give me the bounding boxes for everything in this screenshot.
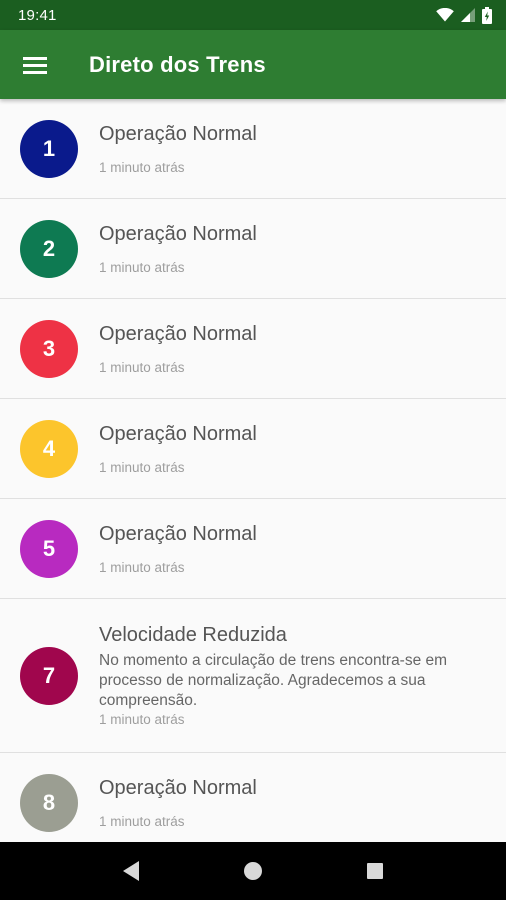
line-number: 3: [42, 335, 56, 361]
menu-button[interactable]: [0, 30, 70, 99]
line-badge: 8: [20, 773, 78, 832]
line-updated-time: 1 minuto atrás: [99, 259, 185, 275]
line-status: Operação Normal: [99, 522, 257, 545]
line-number: 2: [42, 235, 56, 261]
line-number: 7: [42, 662, 56, 688]
status-time: 19:41: [18, 6, 57, 24]
line-row-7[interactable]: 7 Velocidade Reduzida No momento a circu…: [0, 599, 506, 753]
battery-charging-icon: [482, 6, 492, 24]
line-badge: 7: [20, 646, 78, 705]
app-bar: Direto dos Trens: [0, 30, 506, 99]
recents-icon: [367, 863, 383, 879]
line-row-3[interactable]: 3 Operação Normal 1 minuto atrás: [0, 299, 506, 399]
line-status: Operação Normal: [99, 776, 257, 799]
line-number: 5: [42, 535, 56, 561]
line-badge: 3: [20, 319, 78, 378]
cell-signal-icon: [461, 8, 475, 22]
line-badge: 5: [20, 519, 78, 578]
line-number: 8: [42, 789, 56, 815]
hamburger-menu-icon: [23, 56, 47, 74]
line-row-4[interactable]: 4 Operação Normal 1 minuto atrás: [0, 399, 506, 499]
line-updated-time: 1 minuto atrás: [99, 712, 185, 727]
line-status: Operação Normal: [99, 122, 257, 145]
line-status: Operação Normal: [99, 422, 257, 445]
line-number: 4: [42, 435, 56, 461]
line-badge: 4: [20, 419, 78, 478]
app-title: Direto dos Trens: [89, 51, 266, 77]
line-text: Operação Normal 1 minuto atrás: [99, 523, 506, 575]
line-row-1[interactable]: 1 Operação Normal 1 minuto atrás: [0, 99, 506, 199]
line-row-2[interactable]: 2 Operação Normal 1 minuto atrás: [0, 199, 506, 299]
nav-home-button[interactable]: [233, 851, 273, 891]
line-status: Velocidade Reduzida: [99, 624, 287, 646]
nav-back-button[interactable]: [111, 851, 151, 891]
home-icon: [244, 862, 262, 880]
nav-recents-button[interactable]: [355, 851, 395, 891]
line-number: 1: [42, 135, 56, 161]
wifi-icon: [436, 8, 454, 22]
line-text: Operação Normal 1 minuto atrás: [99, 777, 506, 829]
line-text: Operação Normal 1 minuto atrás: [99, 223, 506, 275]
line-text: Operação Normal 1 minuto atrás: [99, 123, 506, 175]
line-row-5[interactable]: 5 Operação Normal 1 minuto atrás: [0, 499, 506, 599]
line-updated-time: 1 minuto atrás: [99, 159, 185, 175]
line-status: Operação Normal: [99, 322, 257, 345]
line-updated-time: 1 minuto atrás: [99, 359, 185, 375]
line-row-8[interactable]: 8 Operação Normal 1 minuto atrás: [0, 753, 506, 842]
status-bar: 19:41: [0, 0, 506, 30]
line-updated-time: 1 minuto atrás: [99, 813, 185, 829]
train-lines-list: 1 Operação Normal 1 minuto atrás 2 Opera…: [0, 99, 506, 842]
line-text: Velocidade Reduzida No momento a circula…: [99, 624, 506, 727]
line-status-description: No momento a circulação de trens encontr…: [99, 652, 448, 709]
line-updated-time: 1 minuto atrás: [99, 559, 185, 575]
line-badge: 1: [20, 119, 78, 178]
system-nav-bar: [0, 842, 506, 900]
line-status: Operação Normal: [99, 222, 257, 245]
back-icon: [123, 861, 139, 881]
status-icons: [436, 6, 492, 24]
line-text: Operação Normal 1 minuto atrás: [99, 423, 506, 475]
line-badge: 2: [20, 219, 78, 278]
line-updated-time: 1 minuto atrás: [99, 459, 185, 475]
line-text: Operação Normal 1 minuto atrás: [99, 323, 506, 375]
